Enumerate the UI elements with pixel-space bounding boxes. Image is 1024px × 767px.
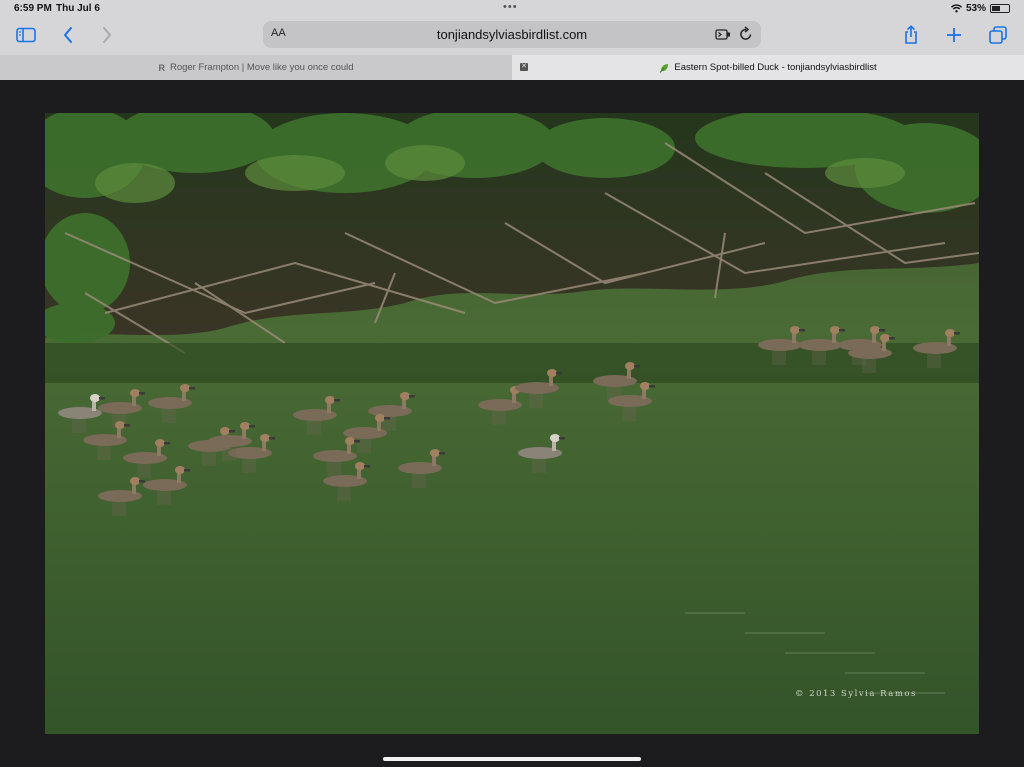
safari-toolbar: AA tonjiandsylviasbirdlist.com [0, 18, 1024, 54]
tab-roger-frampton[interactable]: R Roger Frampton | Move like you once co… [0, 55, 512, 80]
sidebar-icon[interactable] [12, 22, 40, 48]
photo-watermark: © 2013 Sylvia Ramos [795, 689, 917, 699]
multitasking-dots-icon[interactable]: ••• [503, 1, 518, 13]
battery-percent: 53% [965, 3, 986, 14]
photo-illustration [45, 113, 979, 734]
home-indicator [383, 757, 641, 761]
battery-icon [990, 4, 1010, 13]
battery-fill [992, 6, 1000, 11]
duck-photo: © 2013 Sylvia Ramos [45, 113, 979, 734]
leaf-favicon-icon [660, 63, 669, 73]
close-tab-icon[interactable]: ✕ [520, 63, 528, 71]
address-bar[interactable]: AA tonjiandsylviasbirdlist.com [263, 21, 761, 48]
chevron-left-icon[interactable] [54, 22, 82, 48]
chevron-right-icon[interactable] [93, 22, 121, 48]
browser-chrome: 6:59 PM Thu Jul 6 ••• 53% AA tonjiandsyl… [0, 0, 1024, 80]
status-time: 6:59 PM [14, 3, 52, 14]
tab-title: Roger Frampton | Move like you once coul… [169, 62, 354, 73]
tab-eastern-spot-billed-duck[interactable]: ✕ Eastern Spot-billed Duck - tonjiandsyl… [512, 55, 1024, 80]
tab-title: Eastern Spot-billed Duck - tonjiandsylvi… [674, 62, 877, 73]
status-right: 53% [950, 3, 1010, 14]
extension-icon[interactable] [715, 27, 731, 44]
plus-icon[interactable] [940, 22, 968, 48]
url-text[interactable]: tonjiandsylviasbirdlist.com [263, 27, 761, 42]
reload-icon[interactable] [739, 26, 753, 44]
tab-bar: R Roger Frampton | Move like you once co… [0, 55, 1024, 80]
wifi-icon [950, 4, 962, 13]
status-bar: 6:59 PM Thu Jul 6 ••• 53% [0, 0, 1024, 18]
status-date: Thu Jul 6 [56, 3, 100, 14]
tabs-overview-icon[interactable] [984, 22, 1012, 48]
share-icon[interactable] [897, 22, 925, 48]
favicon-r-icon: R [158, 62, 165, 73]
